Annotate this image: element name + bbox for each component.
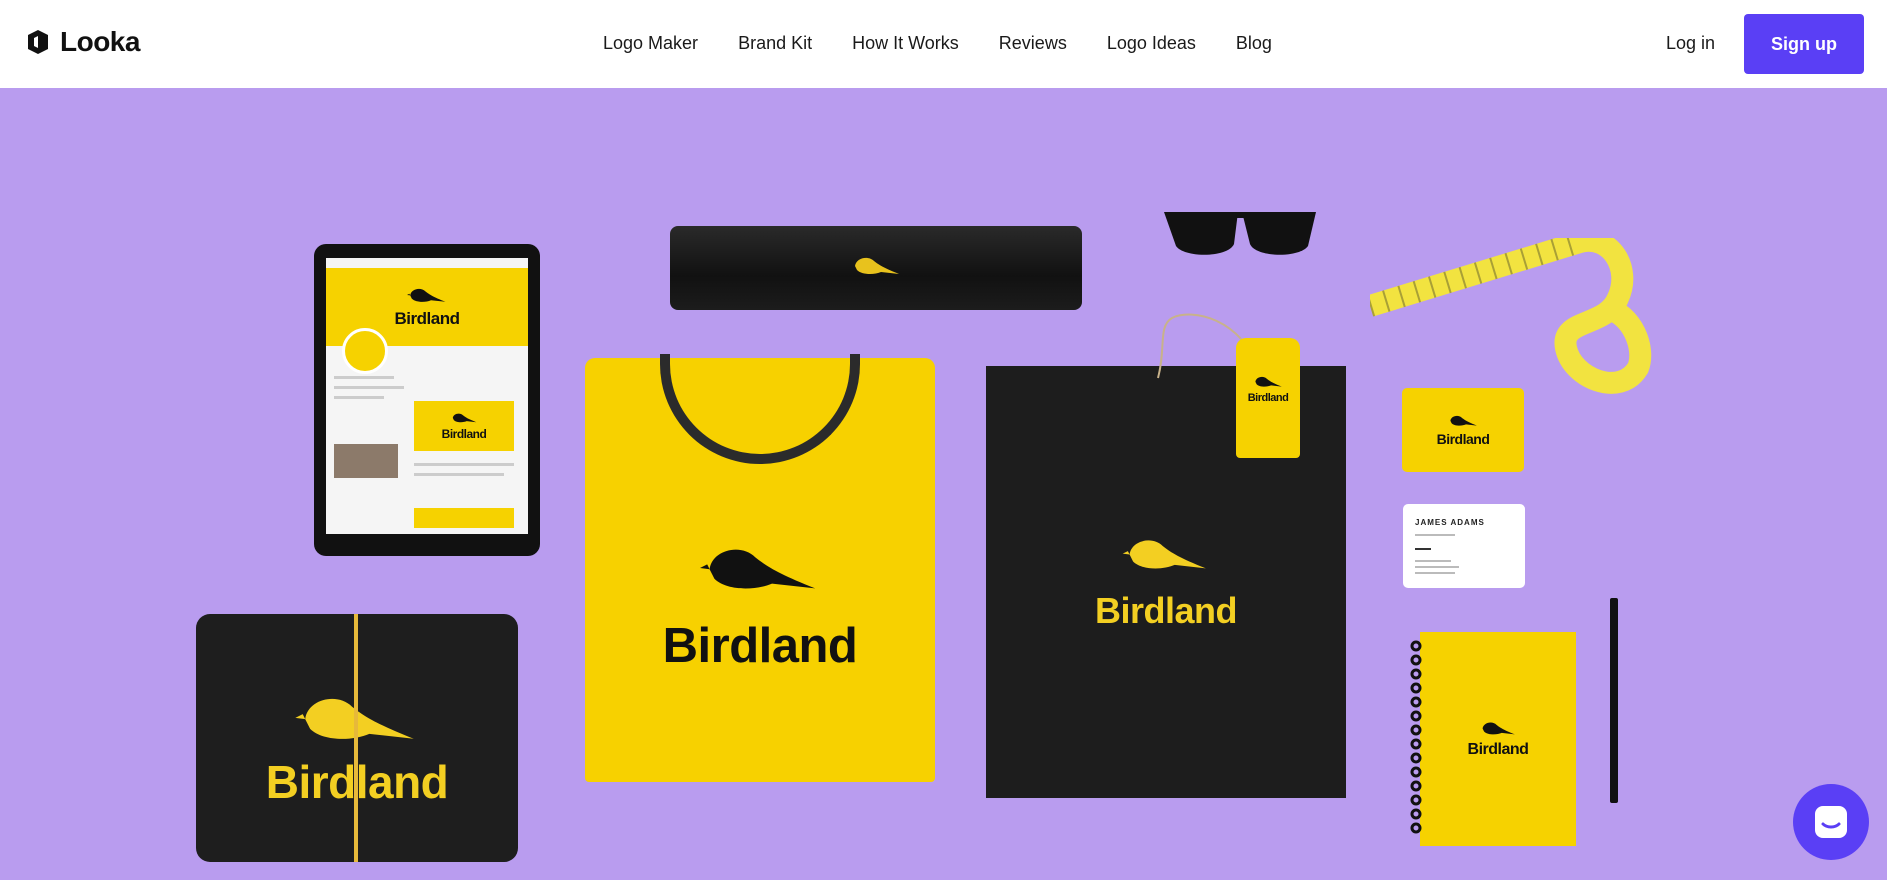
- chat-icon: [1815, 806, 1847, 838]
- tablet-avatar: [342, 328, 388, 374]
- black-roll-mockup: [670, 226, 1082, 310]
- bird-icon: [452, 413, 477, 423]
- pencil-image: [1610, 598, 1618, 803]
- tablet-text-line: [334, 376, 394, 379]
- tablet-post-brand: Birdland: [441, 427, 487, 441]
- nav-link-reviews[interactable]: Reviews: [999, 33, 1067, 54]
- tablet-text-line: [334, 396, 384, 399]
- chat-launcher-button[interactable]: [1793, 784, 1869, 860]
- signup-button[interactable]: Sign up: [1744, 14, 1864, 74]
- nav-link-brand-kit[interactable]: Brand Kit: [738, 33, 812, 54]
- wrapped-package-mockup: Birdland: [196, 614, 518, 862]
- hang-tag-mockup: Birdland: [1236, 338, 1300, 458]
- tag-brand-name: Birdland: [1247, 392, 1289, 404]
- tablet-text-line: [334, 386, 404, 389]
- tablet-text-line: [414, 463, 514, 466]
- card-brand-name: Birdland: [1436, 431, 1490, 447]
- nav-link-logo-maker[interactable]: Logo Maker: [603, 33, 698, 54]
- package-twine: [354, 614, 358, 862]
- bird-icon: [855, 257, 899, 275]
- looka-logo-icon: [28, 30, 48, 54]
- nav-link-blog[interactable]: Blog: [1236, 33, 1272, 54]
- bird-icon: [407, 288, 446, 302]
- business-card-back: JAMES ADAMS: [1403, 504, 1525, 588]
- looka-logo[interactable]: Looka: [24, 26, 140, 58]
- bird-icon: [1450, 415, 1477, 426]
- tablet-mockup: Birdland Birdland: [314, 244, 540, 556]
- sunglasses-image: [1164, 212, 1316, 255]
- hero-brand-mockup: Birdland Birdland Birdland Birdland Bird…: [0, 88, 1887, 880]
- tablet-post-card: [414, 508, 514, 528]
- bird-icon: [1482, 722, 1515, 735]
- notebook-brand-name: Birdland: [1467, 741, 1529, 758]
- card-text-line: [1415, 572, 1455, 574]
- business-card-front: Birdland: [1402, 388, 1524, 472]
- tshirt-mockup: Birdland: [585, 354, 935, 782]
- card-text-line: [1415, 534, 1455, 536]
- card-text-line: [1415, 548, 1431, 550]
- login-link[interactable]: Log in: [1666, 33, 1715, 54]
- bird-icon: [700, 549, 816, 589]
- card-text-line: [1415, 560, 1451, 562]
- tablet-text-line: [414, 473, 504, 476]
- notebook-spiral: [1410, 640, 1422, 834]
- card-holder-name: JAMES ADAMS: [1415, 518, 1485, 527]
- tablet-post-card: Birdland: [414, 401, 514, 451]
- notebook-mockup: Birdland: [1410, 632, 1576, 846]
- bird-icon: [1122, 540, 1206, 569]
- nav-link-logo-ideas[interactable]: Logo Ideas: [1107, 33, 1196, 54]
- main-menu: Logo Maker Brand Kit How It Works Review…: [603, 33, 1272, 54]
- top-navigation: Looka Logo Maker Brand Kit How It Works …: [0, 0, 1887, 88]
- card-text-line: [1415, 566, 1459, 568]
- tablet-brand-name: Birdland: [394, 309, 460, 328]
- tshirt-collar: [660, 354, 860, 464]
- nav-link-how-it-works[interactable]: How It Works: [852, 33, 959, 54]
- box-brand-name: Birdland: [1094, 590, 1238, 631]
- tablet-photo-grid: [334, 444, 398, 478]
- logo-text: Looka: [60, 26, 140, 57]
- bird-icon: [1255, 376, 1282, 387]
- tshirt-brand-name: Birdland: [662, 619, 858, 673]
- tablet-screen: Birdland Birdland: [326, 258, 528, 534]
